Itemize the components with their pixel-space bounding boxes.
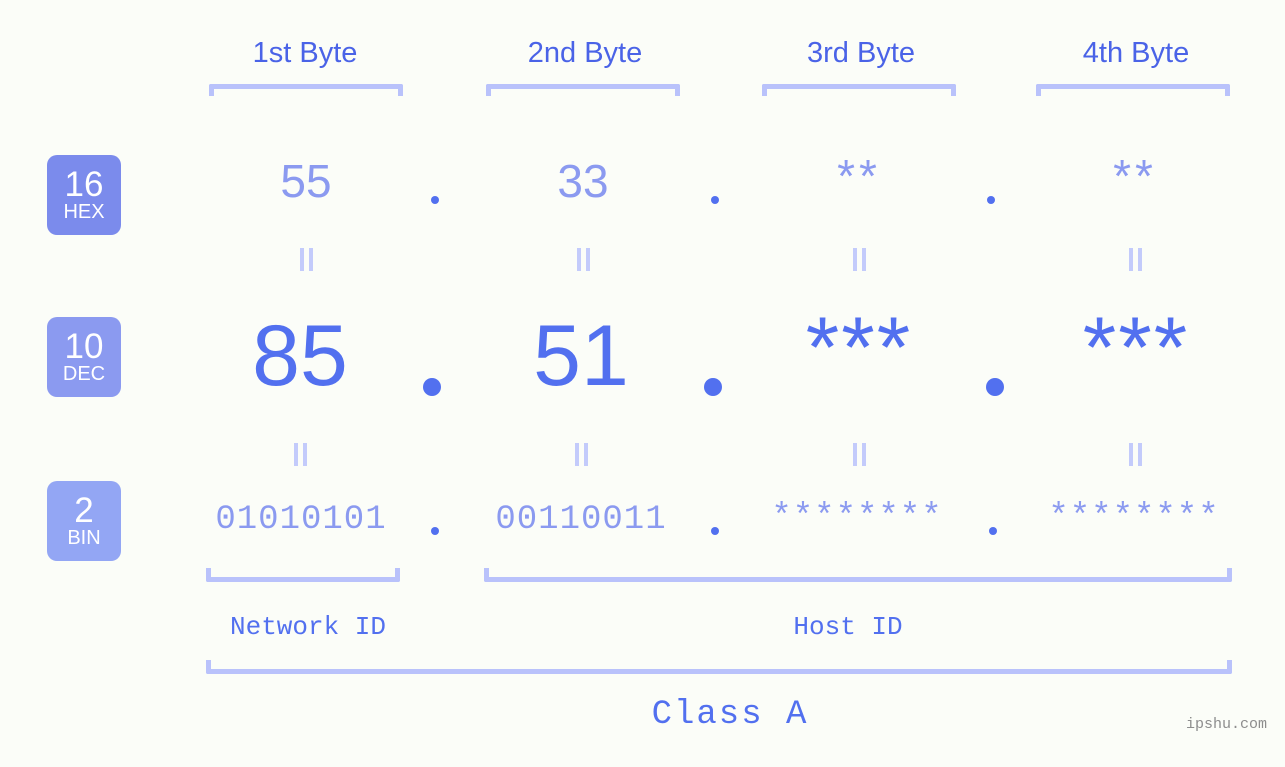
network-id-label: Network ID bbox=[229, 612, 387, 642]
base-badge-dec: 10 DEC bbox=[47, 317, 121, 397]
bin-byte-4: ******** bbox=[1048, 499, 1220, 537]
bin-byte-2: 00110011 bbox=[495, 501, 667, 539]
hex-byte-3: ** bbox=[837, 150, 881, 202]
dec-separator-3 bbox=[986, 378, 1004, 396]
byte-bracket-3 bbox=[762, 84, 956, 96]
base-badge-bin-number: 2 bbox=[74, 490, 94, 530]
equality-mark-dec-bin-2 bbox=[481, 443, 681, 466]
bin-separator-1 bbox=[431, 527, 439, 535]
hex-byte-2: 33 bbox=[557, 155, 609, 207]
byte-bracket-1 bbox=[209, 84, 403, 96]
byte-bracket-2 bbox=[486, 84, 680, 96]
byte-header-2: 2nd Byte bbox=[527, 37, 643, 69]
dec-byte-1: 85 bbox=[252, 308, 348, 404]
base-badge-hex-name: HEX bbox=[63, 200, 105, 223]
ip-address-breakdown-diagram: 1st Byte 2nd Byte 3rd Byte 4th Byte 16 H… bbox=[0, 0, 1285, 767]
base-badge-hex: 16 HEX bbox=[47, 155, 121, 235]
equality-mark-dec-bin-1 bbox=[200, 443, 400, 466]
equality-mark-hex-dec-2 bbox=[483, 248, 683, 271]
network-id-bracket bbox=[206, 568, 400, 582]
bin-byte-3: ******** bbox=[771, 499, 943, 537]
equality-mark-hex-dec-3 bbox=[759, 248, 959, 271]
equality-mark-dec-bin-3 bbox=[759, 443, 959, 466]
dec-byte-3: *** bbox=[805, 300, 913, 396]
hex-separator-1 bbox=[431, 196, 439, 204]
hex-separator-3 bbox=[987, 196, 995, 204]
hex-byte-4: ** bbox=[1113, 150, 1157, 202]
equality-mark-dec-bin-4 bbox=[1035, 443, 1235, 466]
byte-header-3: 3rd Byte bbox=[807, 37, 915, 69]
host-id-bracket bbox=[484, 568, 1232, 582]
base-badge-bin-name: BIN bbox=[67, 526, 101, 549]
base-badge-dec-name: DEC bbox=[62, 362, 106, 385]
byte-header-1: 1st Byte bbox=[252, 37, 358, 69]
class-label: Class A bbox=[651, 696, 809, 734]
equality-mark-hex-dec-4 bbox=[1035, 248, 1235, 271]
dec-separator-1 bbox=[423, 378, 441, 396]
byte-header-4: 4th Byte bbox=[1082, 37, 1190, 69]
host-id-label: Host ID bbox=[793, 612, 903, 642]
hex-separator-2 bbox=[711, 196, 719, 204]
bin-separator-2 bbox=[711, 527, 719, 535]
class-bracket bbox=[206, 660, 1232, 674]
base-badge-dec-number: 10 bbox=[64, 326, 104, 366]
base-badge-hex-number: 16 bbox=[64, 164, 104, 204]
bin-byte-1: 01010101 bbox=[215, 501, 387, 539]
bin-separator-3 bbox=[989, 527, 997, 535]
hex-byte-1: 55 bbox=[280, 155, 332, 207]
watermark: ipshu.com bbox=[1186, 716, 1268, 733]
dec-byte-4: *** bbox=[1082, 300, 1190, 396]
byte-bracket-4 bbox=[1036, 84, 1230, 96]
dec-byte-2: 51 bbox=[533, 308, 629, 404]
base-badge-bin: 2 BIN bbox=[47, 481, 121, 561]
dec-separator-2 bbox=[704, 378, 722, 396]
equality-mark-hex-dec-1 bbox=[206, 248, 406, 271]
